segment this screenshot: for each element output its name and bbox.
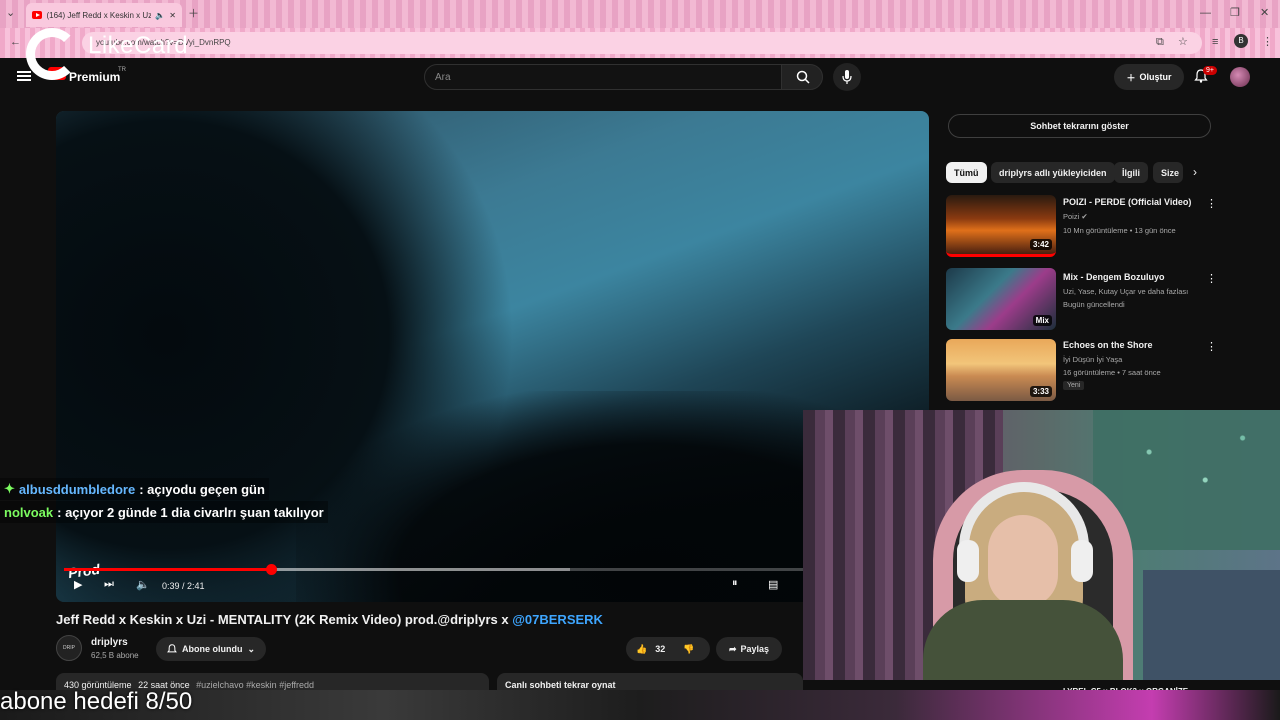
window-close-icon[interactable]: ✕ [1260,6,1269,19]
chip-from-uploader[interactable]: driplyrs adlı yükleyiciden [991,162,1115,183]
thumbnail[interactable]: 3:42 [946,195,1056,257]
likecard-logo: LikeCard [26,26,206,82]
subscribe-label: Abone olundu [181,644,243,654]
bookmark-star-icon[interactable]: ☆ [1178,35,1188,48]
search-button[interactable] [781,64,823,90]
headset-earcup-left [957,540,979,582]
new-badge: Yeni [1063,381,1085,390]
video-title-text: Jeff Redd x Keskin x Uzi - MENTALITY (2K… [56,612,509,627]
account-avatar[interactable] [1230,67,1250,87]
duration-badge: Mix [1032,315,1052,326]
more-actions-icon[interactable]: ⋮ [1206,197,1217,210]
create-label: Oluştur [1139,72,1172,82]
back-icon[interactable]: ← [10,36,21,48]
thumbs-down-icon[interactable]: 👎 [683,644,694,655]
tab-close-icon[interactable]: ✕ [169,11,176,20]
tab-title: (164) Jeff Redd x Keskin x Uzi - ... [46,10,152,20]
related-video-title[interactable]: Mix - Dengem Bozuluyo [1063,272,1165,282]
progress-bar[interactable] [64,564,921,575]
more-actions-icon[interactable]: ⋮ [1206,340,1217,353]
related-video-title[interactable]: POIZI - PERDE (Official Video) [1063,197,1191,207]
likecard-logo-text: LikeCard [88,32,189,59]
related-meta: 10 Mn görüntüleme • 13 gün önce [1063,226,1176,235]
play-icon[interactable]: ▶ [74,578,82,591]
notification-count-badge: 9+ [1203,66,1217,75]
chip-related[interactable]: İlgili [1114,162,1148,183]
browser-tab-bar: ⌄ (164) Jeff Redd x Keskin x Uzi - ... 🔈… [0,0,1280,28]
autoplay-toggle-icon[interactable]: ⏸ [732,577,738,590]
channel-avatar[interactable]: DRIP [56,635,82,661]
url-field[interactable]: youtube.com/watch?v=DVyi_DvnRPQ [82,32,1202,54]
live-chat-replay-label: Canlı sohbeti tekrar oynat [505,680,616,690]
mention-link[interactable]: @07BERSERK [512,612,603,627]
chevron-right-icon[interactable]: › [1193,165,1197,179]
webcam-overlay [803,410,1280,680]
chat-text: : açıyor 2 günde 1 dia civarlrı şuan tak… [57,504,324,520]
chat-badge-icon: ✦ [4,481,15,496]
browser-tab[interactable]: (164) Jeff Redd x Keskin x Uzi - ... 🔈 ✕ [26,3,182,27]
streamer-shirt [923,600,1123,680]
like-dislike-group[interactable]: 👍 32 👎 [626,637,710,661]
show-chat-replay-button[interactable]: Sohbet tekrarını göster [948,114,1211,138]
headset-earcup-right [1071,540,1093,582]
more-actions-icon[interactable]: ⋮ [1206,272,1217,285]
chip-for-you[interactable]: Size [1153,162,1183,183]
verified-icon: ✔ [1081,212,1088,221]
share-label: Paylaş [740,644,770,654]
background-furniture [1143,570,1280,680]
chat-username: nolvoak [4,504,54,520]
chat-message-2: nolvoak : açıyor 2 günde 1 dia civarlrı … [0,501,328,523]
chat-username: albusddumbledore [18,481,136,497]
install-icon[interactable]: ⧉ [1156,36,1164,49]
next-icon[interactable]: ⏭ [104,578,114,591]
related-channel: Poizi ✔ [1063,212,1088,221]
voice-search-button[interactable] [833,63,861,91]
related-video-title[interactable]: Echoes on the Shore [1063,340,1153,350]
minimize-icon[interactable]: — [1200,7,1211,19]
plus-icon: ＋ [1126,72,1136,83]
share-icon: ➦ [728,643,737,654]
duration-badge: 3:42 [1029,239,1052,250]
related-channel: Uzi, Yase, Kutay Uçar ve daha fazlası [1063,287,1189,296]
thumbs-up-icon[interactable]: 👍 [636,644,647,655]
show-chat-replay-label: Sohbet tekrarını göster [1030,121,1129,131]
chat-text: : açıyodu geçen gün [139,481,265,497]
reading-list-icon[interactable]: ≡ [1212,36,1218,48]
subscribe-button[interactable]: Abone olundu ⌄ [156,637,266,661]
related-channel: İyi Düşün İyi Yaşa [1063,355,1123,364]
subtitles-icon[interactable]: ▤ [768,578,778,591]
chevron-down-icon: ⌄ [247,643,256,654]
search-icon [796,70,810,84]
youtube-favicon-icon [32,11,43,19]
more-menu-icon[interactable]: ⋮ [1262,35,1273,48]
duration-badge: 3:33 [1029,386,1052,397]
played-bar [64,568,272,571]
time-display: 0:39 / 2:41 [162,581,205,591]
chip-all[interactable]: Tümü [946,162,987,183]
video-player[interactable]: Prod ▶ ⏭ 🔈 0:39 / 2:41 ⏸ ▤ [56,111,929,602]
share-button[interactable]: ➦ Paylaş [716,637,782,661]
likecard-logo-icon [26,28,78,80]
chat-message-1: ✦ albusddumbledore : açıyodu geçen gün [0,478,269,500]
subscriber-count: 62,5 B abone [91,651,139,660]
related-meta: 16 görüntüleme • 7 saat önce [1063,368,1161,377]
microphone-icon [842,70,852,84]
video-title: Jeff Redd x Keskin x Uzi - MENTALITY (2K… [56,612,603,627]
related-meta: Bugün güncellendi [1063,300,1125,309]
bell-icon [167,644,177,653]
thumbnail[interactable]: Mix [946,268,1056,330]
like-count: 32 [655,644,666,654]
new-tab-icon[interactable]: ＋ [188,5,199,21]
channel-name[interactable]: driplyrs [91,637,128,648]
create-button[interactable]: ＋ Oluştur [1114,64,1184,90]
search-input[interactable]: Ara [424,64,782,90]
profile-avatar[interactable]: B [1234,34,1248,48]
thumbnail[interactable]: 3:33 [946,339,1056,401]
tab-list-icon[interactable]: ⌄ [6,6,15,19]
volume-icon[interactable]: 🔈 [136,578,150,591]
hashtags[interactable]: #uzielchavo #keskin #jeffredd [196,680,314,690]
speaker-icon: 🔈 [155,10,166,20]
subscriber-goal-text: abone hedefi 8/50 [0,688,193,715]
restore-icon[interactable]: ❐ [1230,6,1240,19]
